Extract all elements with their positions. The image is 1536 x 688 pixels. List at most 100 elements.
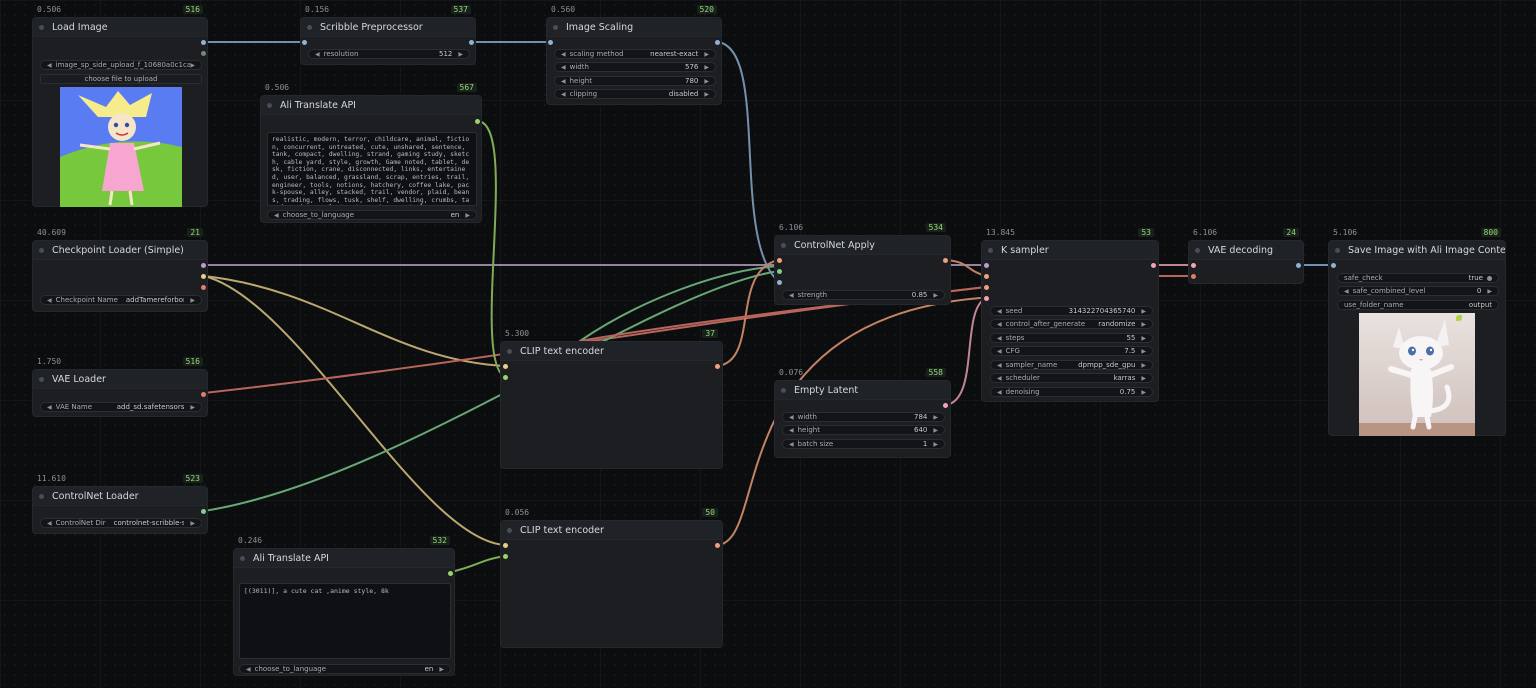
node-header[interactable]: Save Image with Ali Image Content Modera… [1329,241,1505,260]
prompt-textarea[interactable]: [(3011)], a cute cat ,anime style, 8k [239,583,451,659]
output-port-latent[interactable] [1151,263,1156,268]
collapse-dot-icon[interactable] [240,555,245,561]
node-header[interactable]: Scribble Preprocessor [301,18,475,37]
node-header[interactable]: Ali Translate API [261,96,481,115]
output-port-image[interactable] [715,40,720,45]
node-clip-text-encoder-positive[interactable]: 5.300 37 CLIP text encoder [500,329,723,469]
denoising-widget[interactable]: ◀ denoising 0.75 ▶ [990,387,1153,397]
arrow-left-icon[interactable]: ◀ [47,62,52,69]
node-header[interactable]: VAE Loader [33,370,207,389]
input-port-latent[interactable] [984,296,989,301]
node-header[interactable]: K sampler [982,241,1158,260]
output-port-image[interactable] [201,40,206,45]
node-image-scaling[interactable]: 0.560 520 Image Scaling ◀ scaling method n… [546,5,722,105]
collapse-dot-icon[interactable] [507,348,512,354]
input-port-vae[interactable] [1191,274,1196,279]
width-widget[interactable]: ◀ width 576 ▶ [554,62,716,72]
output-port-image[interactable] [1296,263,1301,268]
node-clip-text-encoder-negative[interactable]: 0.056 50 CLIP text encoder [500,508,723,648]
collapse-dot-icon[interactable] [553,24,558,30]
input-port-image[interactable] [302,40,307,45]
height-widget[interactable]: ◀ height 780 ▶ [554,76,716,86]
input-port-positive[interactable] [984,274,989,279]
arrow-right-icon[interactable]: ▶ [458,51,463,58]
node-header[interactable]: Load Image [33,18,207,37]
upload-button[interactable]: choose file to upload [40,74,202,84]
checkpoint-name-widget[interactable]: ◀Checkpoint NameaddTamereforbore_mega...… [40,295,202,305]
node-ali-translate-1[interactable]: 0.506 567 Ali Translate API realistic, m… [260,83,482,223]
output-port-conditioning[interactable] [943,258,948,263]
collapse-dot-icon[interactable] [39,376,44,382]
node-header[interactable]: Image Scaling [547,18,721,37]
input-port-image[interactable] [548,40,553,45]
node-checkpoint-loader[interactable]: 40.609 21 Checkpoint Loader (Simple) ◀ Ch… [32,228,208,312]
collapse-dot-icon[interactable] [781,387,786,393]
toggle-knob-icon[interactable] [1487,275,1492,281]
input-port-text[interactable] [503,554,508,559]
collapse-dot-icon[interactable] [39,247,44,253]
input-port-clip[interactable] [503,364,508,369]
input-port-samples[interactable] [1191,263,1196,268]
collapse-dot-icon[interactable] [988,247,993,253]
collapse-dot-icon[interactable] [1195,247,1200,253]
image-file-select[interactable]: ◀ image_sp_side_upload_f_10680a0c1carrr.… [40,60,202,70]
height-widget[interactable]: ◀ height 640 ▶ [782,425,945,435]
node-header[interactable]: Ali Translate API [234,549,454,568]
node-controlnet-apply[interactable]: 6.106 534 ControlNet Apply ◀ strength 0.85… [774,223,951,305]
output-port-vae[interactable] [201,285,206,290]
output-port-vae[interactable] [201,392,206,397]
output-port-text[interactable] [475,119,480,124]
arrow-right-icon[interactable]: ▶ [190,62,195,69]
prompt-textarea[interactable]: realistic, modern, terror, childcare, an… [267,132,477,206]
node-header[interactable]: ControlNet Apply [775,236,950,255]
node-save-image[interactable]: 5.106 800 Save Image with Ali Image Cont… [1328,228,1506,436]
node-header[interactable]: Checkpoint Loader (Simple) [33,241,207,260]
safe-combined-level-widget[interactable]: ◀ safe_combined_level 0 ▶ [1337,286,1499,296]
clipping-widget[interactable]: ◀ clipping disabled ▶ [554,89,716,99]
control-after-generate-widget[interactable]: ◀ control_after_generate randomize ▶ [990,319,1153,329]
input-port-clip[interactable] [503,543,508,548]
batch-size-widget[interactable]: ◀ batch size 1 ▶ [782,439,945,449]
safe-check-toggle[interactable]: safe_check true [1337,273,1499,283]
collapse-dot-icon[interactable] [1335,247,1340,253]
node-vae-decoding[interactable]: 6.106 24 VAE decoding [1188,228,1304,284]
arrow-left-icon[interactable]: ◀ [315,51,320,58]
steps-widget[interactable]: ◀ steps 55 ▶ [990,333,1153,343]
sampler-name-widget[interactable]: ◀ sampler_name dpmpp_sde_gpu ▶ [990,360,1153,370]
output-port-conditioning[interactable] [715,543,720,548]
vae-name-widget[interactable]: ◀ VAE Name add_sd.safetensors ▶ [40,402,202,412]
collapse-dot-icon[interactable] [307,24,312,30]
resolution-widget[interactable]: ◀ resolution 512 ▶ [308,49,470,59]
input-port-model[interactable] [984,263,989,268]
language-widget[interactable]: ◀ choose_to_language en ▶ [267,210,477,220]
node-scribble-preprocessor[interactable]: 0.156 537 Scribble Preprocessor ◀ resolu… [300,5,476,65]
node-vae-loader[interactable]: 1.750 516 VAE Loader ◀ VAE Name add_sd.saf… [32,357,208,417]
scheduler-widget[interactable]: ◀ scheduler karras ▶ [990,373,1153,383]
input-port-control-net[interactable] [777,269,782,274]
output-port-latent[interactable] [943,403,948,408]
collapse-dot-icon[interactable] [39,24,44,30]
language-widget[interactable]: ◀ choose_to_language en ▶ [239,664,451,674]
output-port-mask[interactable] [201,51,206,56]
collapse-dot-icon[interactable] [781,242,786,248]
output-port-text[interactable] [448,571,453,576]
node-header[interactable]: Empty Latent [775,381,950,400]
collapse-dot-icon[interactable] [267,102,272,108]
node-header[interactable]: ControlNet Loader [33,487,207,506]
input-port-negative[interactable] [984,285,989,290]
output-port-clip[interactable] [201,274,206,279]
strength-widget[interactable]: ◀ strength 0.85 ▶ [782,290,945,300]
input-port-images[interactable] [1331,263,1336,268]
seed-widget[interactable]: ◀ seed 314322704365740 ▶ [990,306,1153,316]
output-port-conditioning[interactable] [715,364,720,369]
node-load-image[interactable]: 0.506 516 Load Image ◀ image_sp_side_upl… [32,5,208,207]
collapse-dot-icon[interactable] [39,493,44,499]
collapse-dot-icon[interactable] [507,527,512,533]
output-port-image[interactable] [469,40,474,45]
cfg-widget[interactable]: ◀ CFG 7.5 ▶ [990,346,1153,356]
folder-name-input[interactable]: use_folder_name output [1337,300,1499,310]
node-header[interactable]: CLIP text encoder [501,521,722,540]
input-port-text[interactable] [503,375,508,380]
width-widget[interactable]: ◀ width 784 ▶ [782,412,945,422]
node-ali-translate-2[interactable]: 0.246 532 Ali Translate API [(3011)], a … [233,536,455,676]
